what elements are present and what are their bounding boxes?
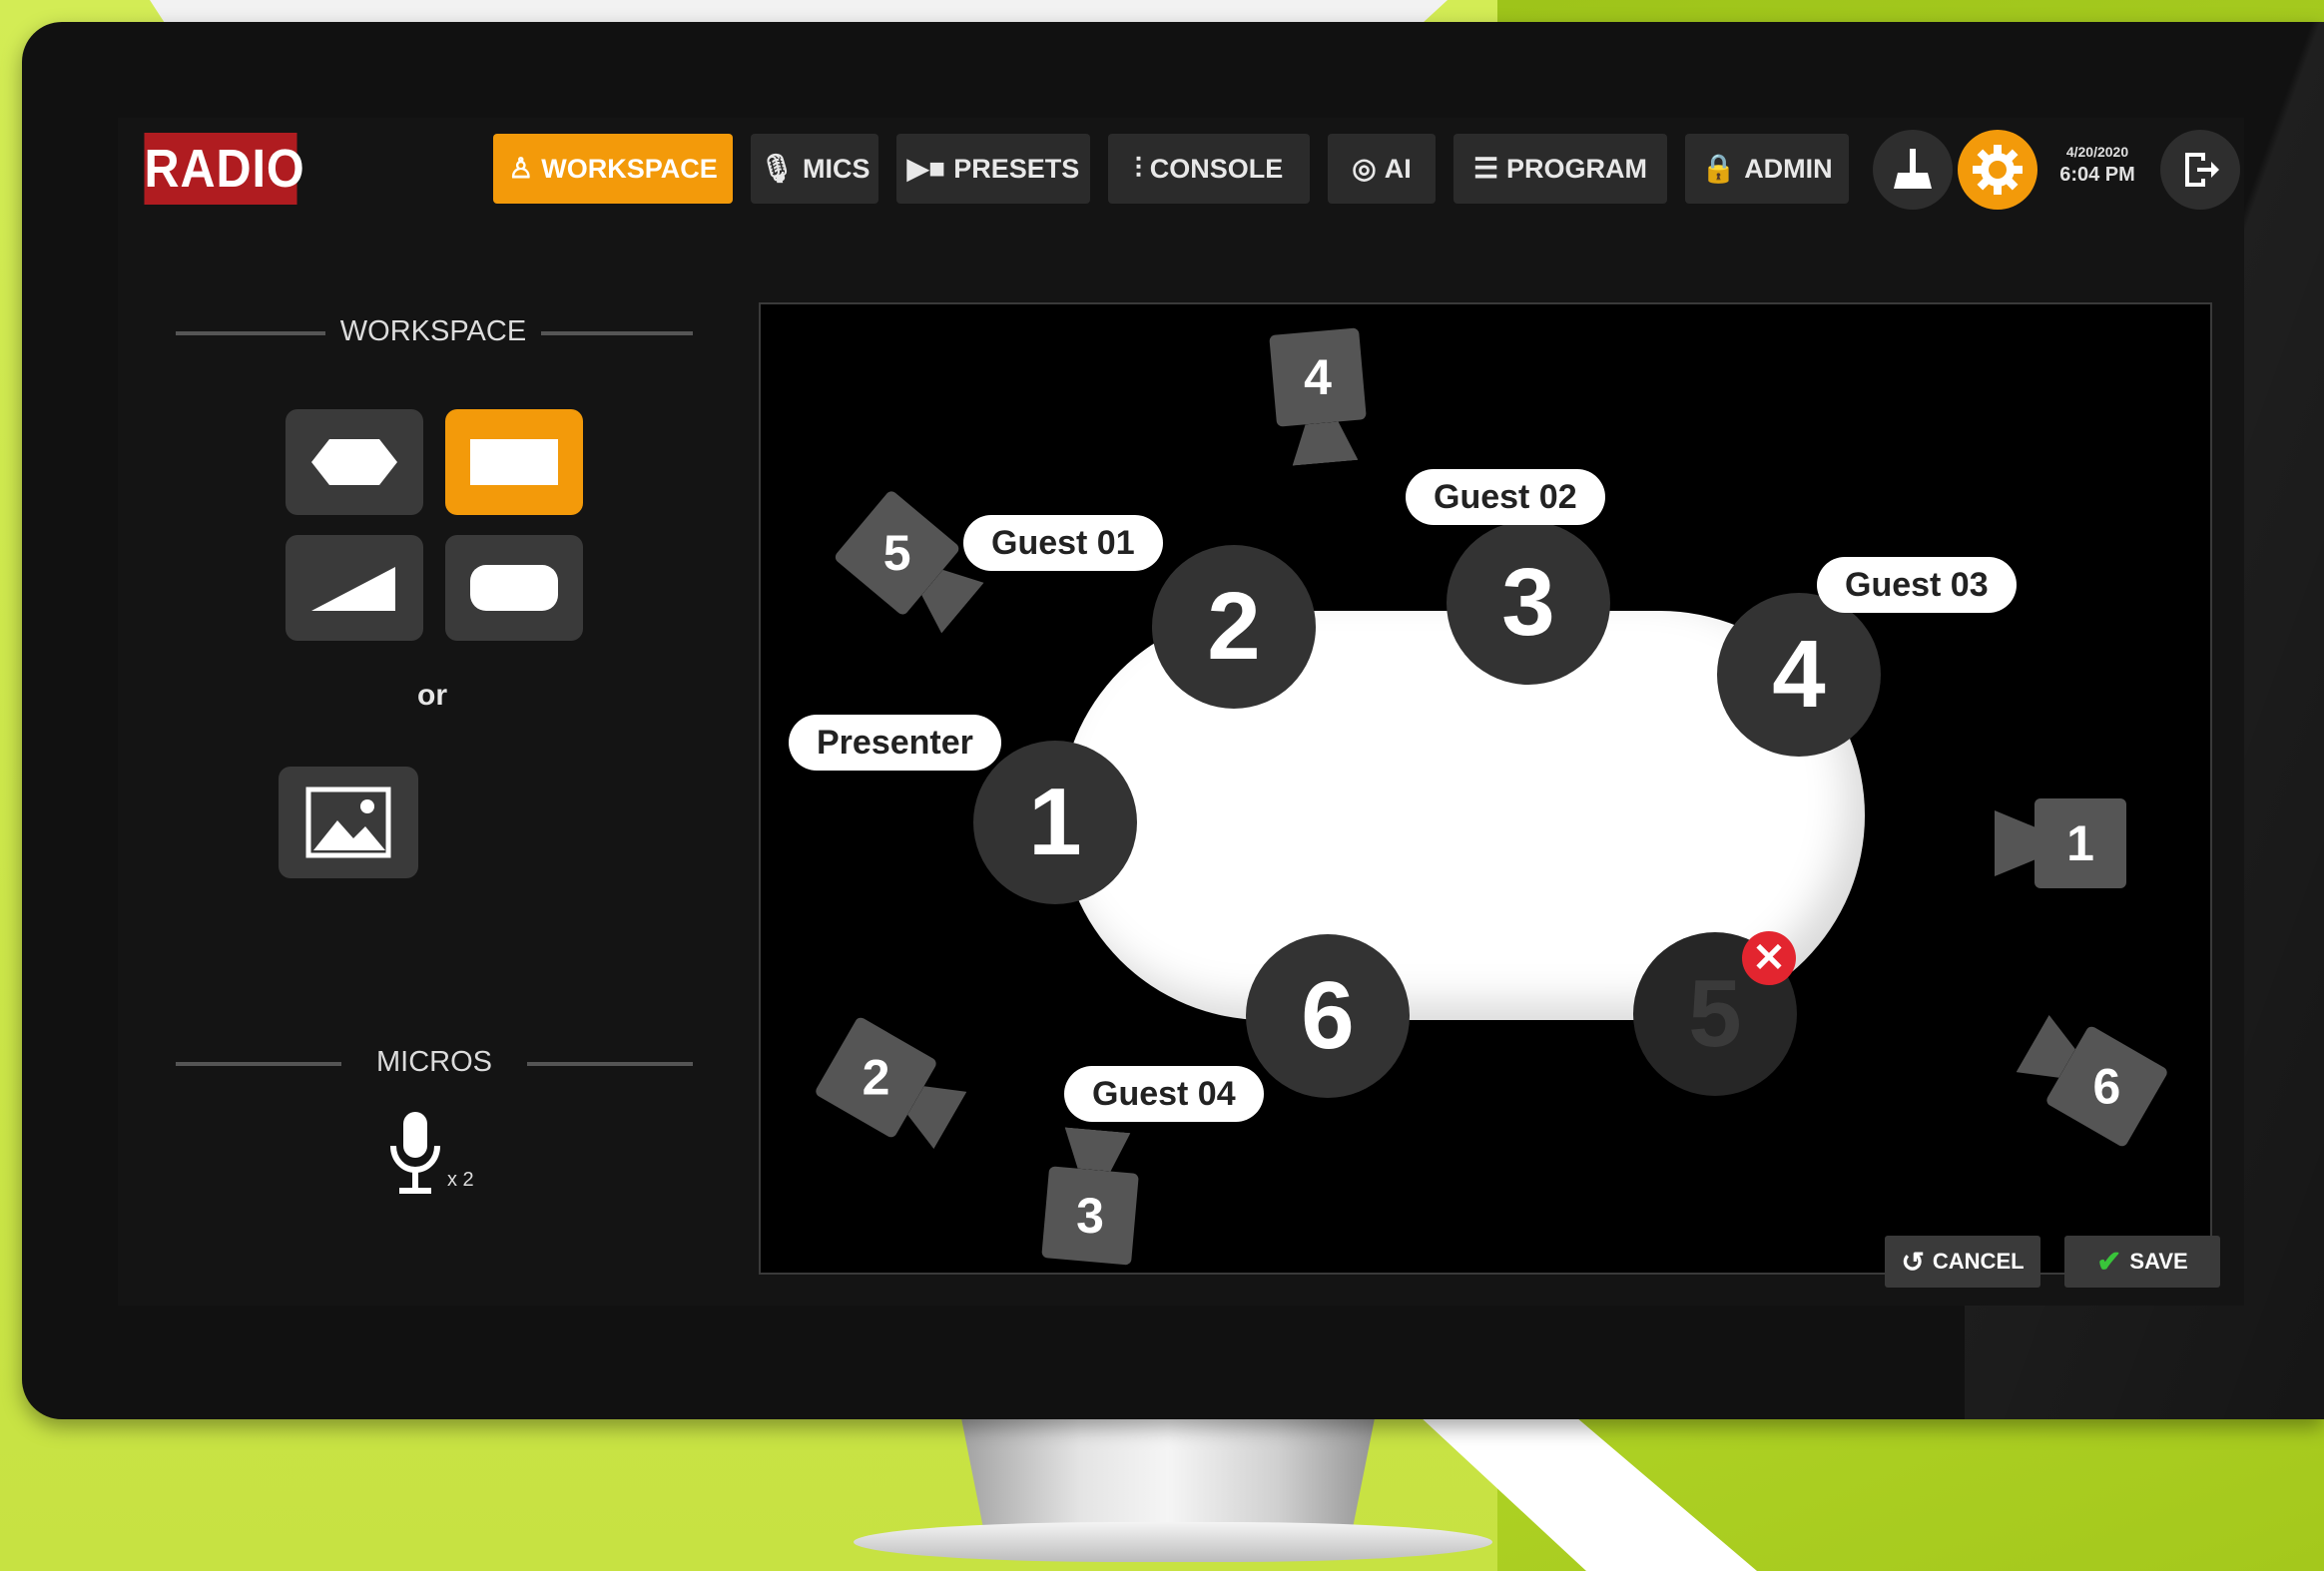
camera-3-body: 3 xyxy=(1041,1166,1139,1266)
seat-3[interactable]: 3 xyxy=(1447,521,1610,685)
person-icon: ♙ xyxy=(508,153,534,184)
seat-label-guest-04[interactable]: Guest 04 xyxy=(1064,1066,1264,1122)
monitor-base xyxy=(854,1522,1492,1562)
upload-image-button[interactable] xyxy=(279,767,418,878)
shape-rounded-rectangle-button[interactable] xyxy=(445,535,583,641)
camera-lens xyxy=(1289,420,1358,466)
undo-icon: ↺ xyxy=(1901,1246,1925,1278)
tab-presets[interactable]: ▶■ PRESETS xyxy=(896,134,1090,204)
hexagon-icon xyxy=(311,439,397,485)
tab-ai[interactable]: ◎ AI xyxy=(1328,134,1436,204)
rectangle-icon xyxy=(470,439,558,485)
list-icon: ☰ xyxy=(1472,153,1499,184)
seat-4[interactable]: 4 xyxy=(1717,593,1881,757)
workspace-divider-right xyxy=(541,331,693,335)
tab-admin[interactable]: 🔒 ADMIN xyxy=(1685,134,1849,204)
logout-icon xyxy=(2185,153,2219,187)
seat-label-guest-01[interactable]: Guest 01 xyxy=(963,515,1163,571)
shape-hexagon-button[interactable] xyxy=(286,409,423,515)
mic-count-text: x 2 xyxy=(447,1169,474,1191)
workspace-divider-left xyxy=(176,331,325,335)
microphone-icon xyxy=(390,1112,440,1194)
rounded-rectangle-icon xyxy=(470,565,558,611)
date-text: 4/20/2020 xyxy=(2065,144,2129,160)
seat-label-guest-02[interactable]: Guest 02 xyxy=(1406,469,1605,525)
tab-program[interactable]: ☰ PROGRAM xyxy=(1453,134,1667,204)
shape-rectangle-button[interactable] xyxy=(445,409,583,515)
image-icon xyxy=(305,786,391,858)
sliders-icon: ⫶ xyxy=(1134,153,1142,184)
microphone-icon: 🎙 xyxy=(759,153,796,184)
camera-1[interactable]: 1 xyxy=(1995,798,2144,888)
triangle-icon xyxy=(311,567,395,611)
camera-lens xyxy=(1995,810,2034,876)
tab-workspace[interactable]: ♙ WORKSPACE xyxy=(493,134,733,204)
shape-triangle-button[interactable] xyxy=(286,535,423,641)
remove-seat-button[interactable]: ✕ xyxy=(1742,931,1796,985)
check-icon: ✔ xyxy=(2096,1245,2122,1279)
seat-1[interactable]: 1 xyxy=(973,741,1137,904)
save-button[interactable]: ✔ SAVE xyxy=(2064,1236,2220,1288)
seat-2[interactable]: 2 xyxy=(1152,545,1316,709)
app-logo: RADIO xyxy=(144,133,304,205)
lock-icon: 🔒 xyxy=(1701,153,1737,184)
logout-button[interactable] xyxy=(2160,130,2240,210)
mic-count-indicator: x 2 xyxy=(389,1110,474,1202)
tab-console[interactable]: ⫶ CONSOLE xyxy=(1108,134,1310,204)
seat-label-guest-03[interactable]: Guest 03 xyxy=(1817,557,2017,613)
video-preset-icon: ▶■ xyxy=(906,153,946,184)
camera-1-body: 1 xyxy=(2034,798,2126,888)
brain-icon: ◎ xyxy=(1352,153,1377,184)
settings-button[interactable] xyxy=(1958,130,2037,210)
or-label: or xyxy=(417,679,447,712)
camera-4[interactable]: 4 xyxy=(1268,309,1371,466)
cancel-button[interactable]: ↺ CANCEL xyxy=(1885,1236,2040,1288)
seat-label-presenter[interactable]: Presenter xyxy=(789,715,1001,771)
monitor-stand xyxy=(961,1419,1375,1529)
micros-section-title: MICROS xyxy=(376,1046,492,1078)
tab-mics[interactable]: 🎙 MICS xyxy=(751,134,878,204)
camera-lens xyxy=(1061,1127,1130,1173)
micros-divider-right xyxy=(527,1062,693,1066)
seat-6[interactable]: 6 xyxy=(1246,934,1410,1098)
close-icon: ✕ xyxy=(1752,936,1786,980)
gear-icon xyxy=(1973,145,2023,195)
time-text: 6:04 PM xyxy=(2059,164,2135,186)
workspace-section-title: WORKSPACE xyxy=(339,315,527,347)
clean-button[interactable] xyxy=(1873,130,1953,210)
micros-divider-left xyxy=(176,1062,341,1066)
camera-3[interactable]: 3 xyxy=(1040,1126,1143,1283)
camera-4-body: 4 xyxy=(1269,327,1367,427)
broom-icon xyxy=(1894,149,1932,189)
clock: 4/20/2020 6:04 PM xyxy=(2050,144,2144,187)
